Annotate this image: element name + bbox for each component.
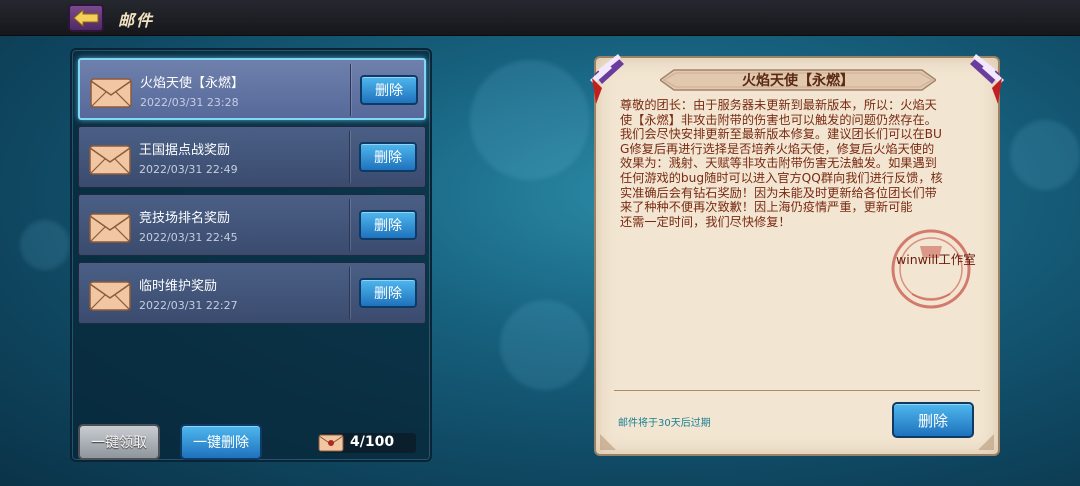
- envelope-icon: [89, 213, 131, 243]
- divider: [614, 390, 980, 391]
- mail-date: 2022/03/31 22:45: [139, 231, 238, 244]
- mail-title: 临时维护奖励: [139, 279, 218, 294]
- delete-mail-button[interactable]: 删除: [359, 142, 417, 172]
- claim-all-button[interactable]: 一键领取: [78, 424, 160, 460]
- mail-item[interactable]: 火焰天使【永燃】 2022/03/31 23:28 删除: [78, 58, 426, 120]
- envelope-icon: [89, 281, 131, 311]
- letter-title: 火焰天使【永燃】: [742, 73, 854, 89]
- mail-list: 火焰天使【永燃】 2022/03/31 23:28 删除 王国据点战奖励 202…: [78, 58, 426, 330]
- mail-title: 王国据点战奖励: [139, 143, 231, 158]
- corner-ornament-icon: [978, 434, 994, 450]
- background-light: [470, 60, 590, 180]
- background-light: [20, 220, 70, 270]
- background-light: [1010, 120, 1080, 190]
- mail-item[interactable]: 王国据点战奖励 2022/03/31 22:49 删除: [78, 126, 426, 188]
- letter-body: 尊敬的团长：由于服务器未更新到最新版本，所以：火焰天 使【永燃】非攻击附带的伤害…: [620, 98, 943, 229]
- delete-all-button[interactable]: 一键删除: [180, 424, 262, 460]
- mail-date: 2022/03/31 23:28: [140, 96, 239, 109]
- arrow-left-icon: [73, 9, 99, 27]
- corner-ornament-icon: [600, 434, 616, 450]
- top-bar: 邮件: [0, 0, 1080, 36]
- mail-date: 2022/03/31 22:49: [139, 163, 238, 176]
- mail-count: 4/100: [318, 433, 416, 453]
- mail-title: 竞技场排名奖励: [139, 211, 231, 226]
- mail-date: 2022/03/31 22:27: [139, 299, 238, 312]
- divider: [349, 267, 350, 319]
- mail-item[interactable]: 临时维护奖励 2022/03/31 22:27 删除: [78, 262, 426, 324]
- letter-panel: 火焰天使【永燃】 尊敬的团长：由于服务器未更新到最新版本，所以：火焰天 使【永燃…: [590, 54, 1004, 456]
- mail-item[interactable]: 竞技场排名奖励 2022/03/31 22:45 删除: [78, 194, 426, 256]
- mail-list-panel: 火焰天使【永燃】 2022/03/31 23:28 删除 王国据点战奖励 202…: [70, 48, 432, 462]
- mail-title: 火焰天使【永燃】: [140, 76, 245, 91]
- background-light: [500, 300, 590, 390]
- divider: [350, 64, 351, 116]
- divider: [349, 199, 350, 251]
- back-button[interactable]: [68, 4, 104, 32]
- seal-stamp-icon: [891, 229, 971, 309]
- mail-count-value: 4/100: [350, 434, 395, 450]
- envelope-icon: [89, 145, 131, 175]
- page-title: 邮件: [118, 11, 155, 30]
- delete-mail-button[interactable]: 删除: [360, 75, 418, 105]
- delete-mail-button[interactable]: 删除: [359, 210, 417, 240]
- studio-signature: winwill工作室: [896, 252, 976, 267]
- delete-mail-button[interactable]: 删除: [359, 278, 417, 308]
- sealed-envelope-icon: [318, 434, 344, 452]
- envelope-icon: [90, 78, 132, 108]
- divider: [349, 131, 350, 183]
